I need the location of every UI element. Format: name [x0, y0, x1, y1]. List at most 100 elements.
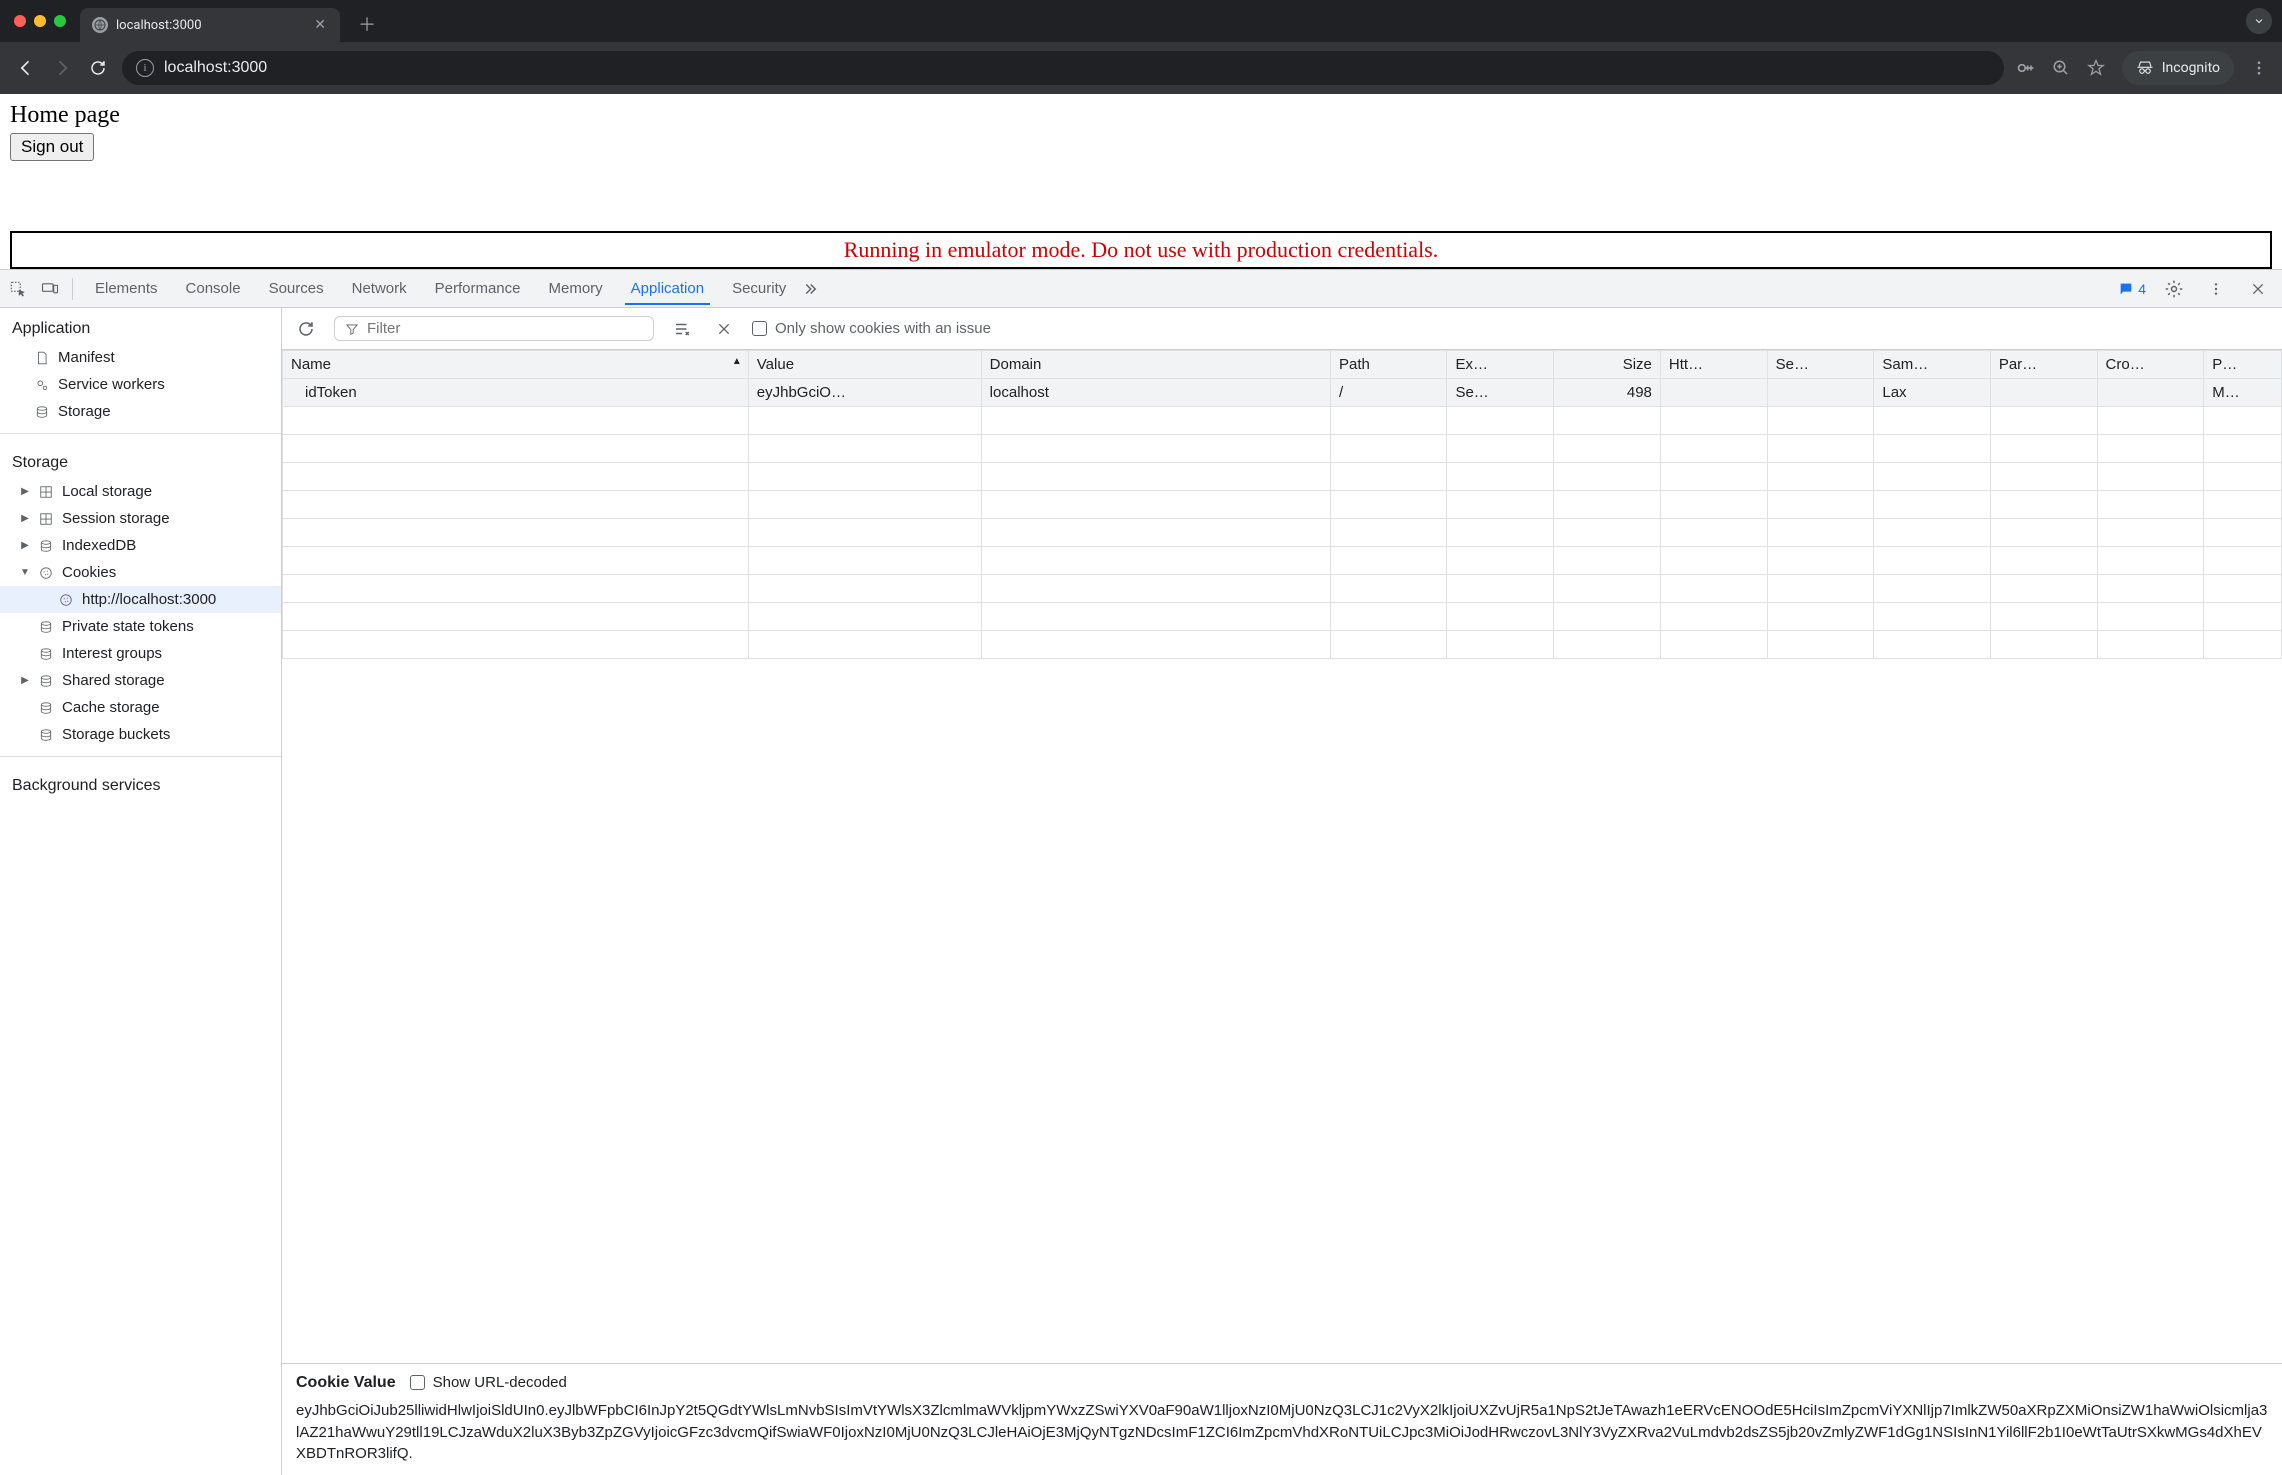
browser-tab[interactable]: localhost:3000 ✕: [80, 8, 340, 42]
sidebar-section-application: Application: [0, 308, 281, 344]
browser-chrome: localhost:3000 ✕ ＋ i Incognito: [0, 0, 2282, 94]
bookmark-star-icon[interactable]: [2086, 58, 2106, 78]
devtools-tab-memory[interactable]: Memory: [543, 272, 609, 305]
sidebar-item-cookies-origin[interactable]: http://localhost:3000: [0, 586, 281, 613]
address-bar[interactable]: i: [122, 51, 2004, 85]
minimize-window-button[interactable]: [34, 15, 46, 27]
sidebar-item-manifest[interactable]: Manifest: [0, 344, 281, 371]
gears-icon: [34, 377, 50, 393]
sidebar-item-shared-storage[interactable]: ▶Shared storage: [0, 667, 281, 694]
clear-filtered-icon[interactable]: [668, 315, 696, 343]
refresh-cookies-icon[interactable]: [292, 315, 320, 343]
devtools-tab-network[interactable]: Network: [346, 272, 413, 305]
devtools-close-icon[interactable]: [2244, 275, 2272, 303]
cookie-cell: [1767, 379, 1874, 407]
more-tabs-icon[interactable]: [796, 275, 824, 303]
close-tab-icon[interactable]: ✕: [312, 17, 328, 33]
devtools-tab-console[interactable]: Console: [180, 272, 247, 305]
clear-all-icon[interactable]: [710, 315, 738, 343]
cookie-cell: idToken: [283, 379, 749, 407]
new-tab-button[interactable]: ＋: [348, 5, 386, 43]
cookies-toolbar: Only show cookies with an issue: [282, 308, 2282, 350]
inspect-element-icon[interactable]: [4, 275, 32, 303]
cookie-row-empty[interactable]: [283, 575, 2282, 603]
devtools-menu-icon[interactable]: [2202, 275, 2230, 303]
devtools-tab-performance[interactable]: Performance: [429, 272, 527, 305]
incognito-badge[interactable]: Incognito: [2122, 51, 2234, 85]
browser-toolbar: i Incognito: [0, 42, 2282, 94]
devtools-tab-sources[interactable]: Sources: [263, 272, 330, 305]
forward-button[interactable]: [50, 56, 74, 80]
tabs-menu-button[interactable]: [2246, 8, 2272, 34]
device-toolbar-icon[interactable]: [36, 275, 64, 303]
grid-icon: [38, 511, 54, 527]
sidebar-item-local-storage[interactable]: ▶Local storage: [0, 478, 281, 505]
cookies-table-wrap[interactable]: Name▲ValueDomainPathEx…SizeHtt…Se…Sam…Pa…: [282, 350, 2282, 1364]
issues-badge[interactable]: 4: [2118, 281, 2146, 297]
column-header[interactable]: Sam…: [1874, 351, 1990, 379]
filter-input-wrap[interactable]: [334, 316, 654, 341]
cookie-cell: localhost: [981, 379, 1330, 407]
column-header[interactable]: Name▲: [283, 351, 749, 379]
cookie-cell: [1990, 379, 2097, 407]
filter-input[interactable]: [367, 320, 643, 337]
cookie-row-empty[interactable]: [283, 603, 2282, 631]
password-key-icon[interactable]: [2016, 58, 2036, 78]
column-header[interactable]: Se…: [1767, 351, 1874, 379]
cookie-row[interactable]: idTokeneyJhbGciO…localhost/Se…498LaxM…: [283, 379, 2282, 407]
column-header[interactable]: Par…: [1990, 351, 2097, 379]
column-header[interactable]: Domain: [981, 351, 1330, 379]
cookie-row-empty[interactable]: [283, 463, 2282, 491]
page-heading: Home page: [10, 102, 2272, 129]
cookie-row-empty[interactable]: [283, 435, 2282, 463]
database-icon: [38, 700, 54, 716]
column-header[interactable]: Size: [1554, 351, 1661, 379]
devtools-tabstrip: Elements Console Sources Network Performance…: [0, 270, 2282, 308]
cookie-row-empty[interactable]: [283, 631, 2282, 659]
sidebar-item-session-storage[interactable]: ▶Session storage: [0, 505, 281, 532]
sidebar-item-service-workers[interactable]: Service workers: [0, 371, 281, 398]
cookie-cell: eyJhbGciO…: [748, 379, 981, 407]
signout-button[interactable]: Sign out: [10, 133, 94, 161]
browser-menu-icon[interactable]: [2250, 59, 2268, 77]
devtools-tab-application[interactable]: Application: [625, 272, 710, 305]
url-input[interactable]: [164, 59, 1990, 77]
cookie-cell: M…: [2204, 379, 2282, 407]
cookie-row-empty[interactable]: [283, 547, 2282, 575]
column-header[interactable]: Path: [1331, 351, 1447, 379]
url-decode-toggle[interactable]: Show URL-decoded: [410, 1374, 567, 1391]
close-window-button[interactable]: [14, 15, 26, 27]
back-button[interactable]: [14, 56, 38, 80]
sidebar-item-private-state-tokens[interactable]: Private state tokens: [0, 613, 281, 640]
triangle-down-icon: ▼: [20, 567, 30, 578]
sidebar-item-cookies[interactable]: ▼Cookies: [0, 559, 281, 586]
cookie-row-empty[interactable]: [283, 491, 2282, 519]
reload-button[interactable]: [86, 56, 110, 80]
devtools-tab-security[interactable]: Security: [726, 272, 792, 305]
sidebar-item-interest-groups[interactable]: Interest groups: [0, 640, 281, 667]
database-icon: [38, 673, 54, 689]
only-issues-toggle[interactable]: Only show cookies with an issue: [752, 320, 991, 337]
sidebar-item-storage[interactable]: Storage: [0, 398, 281, 425]
cookie-row-empty[interactable]: [283, 407, 2282, 435]
database-icon: [34, 404, 50, 420]
column-header[interactable]: P…: [2204, 351, 2282, 379]
cookie-value-title: Cookie Value: [296, 1374, 396, 1392]
settings-gear-icon[interactable]: [2160, 275, 2188, 303]
site-info-icon[interactable]: i: [136, 59, 154, 77]
cookie-icon: [38, 565, 54, 581]
column-header[interactable]: Htt…: [1660, 351, 1767, 379]
sidebar-item-cache-storage[interactable]: Cache storage: [0, 694, 281, 721]
column-header[interactable]: Cro…: [2097, 351, 2204, 379]
sidebar-item-indexeddb[interactable]: ▶IndexedDB: [0, 532, 281, 559]
cookie-value-text[interactable]: eyJhbGciOiJub25lliwidHlwIjoiSldUIn0.eyJl…: [296, 1400, 2268, 1465]
sidebar-item-storage-buckets[interactable]: Storage buckets: [0, 721, 281, 748]
column-header[interactable]: Ex…: [1447, 351, 1554, 379]
maximize-window-button[interactable]: [54, 15, 66, 27]
devtools-tab-elements[interactable]: Elements: [89, 272, 164, 305]
cookie-icon: [58, 592, 74, 608]
sidebar-section-storage: Storage: [0, 442, 281, 478]
zoom-icon[interactable]: [2052, 59, 2070, 77]
column-header[interactable]: Value: [748, 351, 981, 379]
cookie-row-empty[interactable]: [283, 519, 2282, 547]
